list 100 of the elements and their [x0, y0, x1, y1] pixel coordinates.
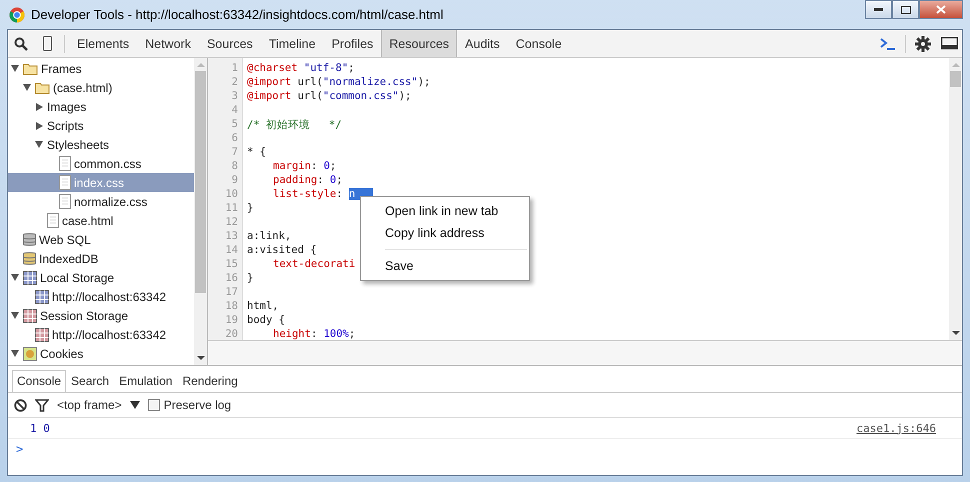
line-number: 15 [224, 258, 239, 272]
tree-item[interactable]: case.html [8, 211, 194, 230]
line-number: 12 [224, 216, 239, 230]
tree-item[interactable]: http://localhost:63342 [8, 287, 194, 306]
line-number: 7 [230, 146, 239, 160]
file-icon [59, 156, 71, 171]
drawer-tab[interactable]: Emulation [114, 370, 178, 392]
code-line: padding: 0; [272, 174, 343, 188]
minimize-icon [874, 8, 883, 11]
line-number: 16 [224, 272, 239, 286]
clear-icon[interactable] [14, 398, 27, 412]
code-line: @import url("normalize.css"); [247, 76, 430, 90]
grid-icon [23, 308, 37, 322]
code-line: @import url("common.css"); [247, 90, 412, 104]
scrollbar[interactable] [949, 58, 962, 340]
expanded-arrow-icon[interactable] [23, 84, 31, 91]
code-line: a:link, [247, 230, 292, 244]
tree-item[interactable]: Stylesheets [8, 135, 194, 154]
scrollbar[interactable] [194, 58, 207, 365]
drawer-tab[interactable]: Search [66, 370, 114, 392]
code-line: a:visited { [247, 244, 317, 258]
dock-icon [940, 36, 958, 50]
filter-icon[interactable] [35, 398, 49, 412]
panel-tab[interactable]: Network [137, 30, 199, 57]
scrollbar-thumb[interactable] [195, 71, 206, 293]
tree-item[interactable]: normalize.css [8, 192, 194, 211]
minimize-button[interactable] [865, 0, 892, 19]
line-number: 17 [224, 286, 239, 300]
drawer-tab[interactable]: Rendering [177, 370, 243, 392]
menu-item[interactable]: Copy link address [361, 222, 529, 244]
preserve-log-checkbox[interactable]: Preserve log [148, 398, 232, 412]
grid-icon [35, 328, 49, 342]
source-link[interactable]: case1.js:646 [856, 422, 936, 434]
panel-tab[interactable]: Audits [457, 30, 508, 57]
frame-select[interactable]: <top frame> [57, 398, 122, 412]
panel-tab[interactable]: Elements [69, 30, 138, 57]
panel-tab[interactable]: Timeline [260, 30, 324, 57]
panel-tab[interactable]: Sources [198, 30, 261, 57]
panel-tab[interactable]: Console [508, 30, 570, 57]
line-number: 19 [224, 314, 239, 328]
menu-item[interactable]: Open link in new tab [361, 200, 529, 222]
scrollbar-thumb[interactable] [950, 71, 961, 87]
line-number: 10 [224, 188, 239, 202]
code-line: } [247, 272, 254, 286]
tree-item[interactable]: common.css [8, 154, 194, 173]
console-prompt[interactable]: > [16, 442, 24, 456]
database-icon [23, 251, 36, 266]
tree-item[interactable]: Local Storage [8, 268, 194, 287]
code-line: /* 初始环境 */ [247, 118, 342, 132]
browser-logo-icon [9, 6, 25, 22]
menu-item[interactable]: Save [361, 255, 529, 277]
line-number: 1 [230, 62, 239, 76]
cookie-icon [23, 346, 37, 360]
expanded-arrow-icon[interactable] [11, 312, 19, 319]
tree-item[interactable]: Scripts [8, 116, 194, 135]
expanded-arrow-icon[interactable] [11, 274, 19, 281]
line-number: 5 [230, 118, 239, 132]
code-line: * { [247, 146, 266, 160]
file-icon [59, 194, 71, 209]
folder-icon [23, 62, 38, 74]
terminal-icon [880, 38, 896, 50]
close-button[interactable] [919, 0, 963, 19]
file-icon [47, 213, 59, 228]
collapsed-arrow-icon[interactable] [36, 122, 42, 130]
code-line: margin: 0; [272, 160, 336, 174]
drawer-tab[interactable]: Console [12, 370, 66, 392]
line-number: 6 [230, 132, 239, 146]
expanded-arrow-icon[interactable] [35, 141, 43, 148]
line-number: 13 [224, 230, 239, 244]
tree-item[interactable]: IndexedDB [8, 249, 194, 268]
collapsed-arrow-icon[interactable] [36, 102, 42, 110]
line-number: 3 [230, 90, 239, 104]
folder-icon [35, 82, 50, 94]
line-number: 9 [230, 174, 239, 188]
window-title: Developer Tools - http://localhost:63342/insightdocs.com/html/case.html [31, 7, 444, 22]
tree-item[interactable]: Images [8, 97, 194, 116]
scroll-down-icon[interactable] [196, 355, 204, 361]
gear-icon [915, 36, 931, 52]
dropdown-arrow-icon[interactable] [130, 401, 140, 409]
code-line: text-decorati [272, 258, 356, 272]
maximize-button[interactable] [892, 0, 919, 19]
tree-item[interactable]: Cookies [8, 344, 194, 363]
file-icon [59, 175, 71, 190]
tree-item[interactable]: (case.html) [8, 78, 194, 97]
maximize-icon [900, 6, 910, 14]
panel-tab[interactable]: Profiles [324, 30, 382, 57]
tree-item[interactable]: Web SQL [8, 230, 194, 249]
database-icon [23, 232, 36, 247]
grid-icon [35, 290, 49, 304]
tree-item[interactable]: Frames [8, 59, 194, 78]
expanded-arrow-icon[interactable] [11, 350, 19, 357]
panel-tab[interactable]: Resources [381, 30, 458, 57]
line-number: 2 [230, 76, 239, 90]
code-line: @charset "utf-8"; [247, 62, 354, 76]
expanded-arrow-icon[interactable] [11, 65, 19, 72]
code-line: body { [247, 314, 285, 328]
line-number: 4 [230, 104, 239, 118]
scroll-down-icon[interactable] [952, 330, 960, 336]
tree-item[interactable]: http://localhost:63342 [8, 325, 194, 344]
tree-item[interactable]: Session Storage [8, 306, 194, 325]
